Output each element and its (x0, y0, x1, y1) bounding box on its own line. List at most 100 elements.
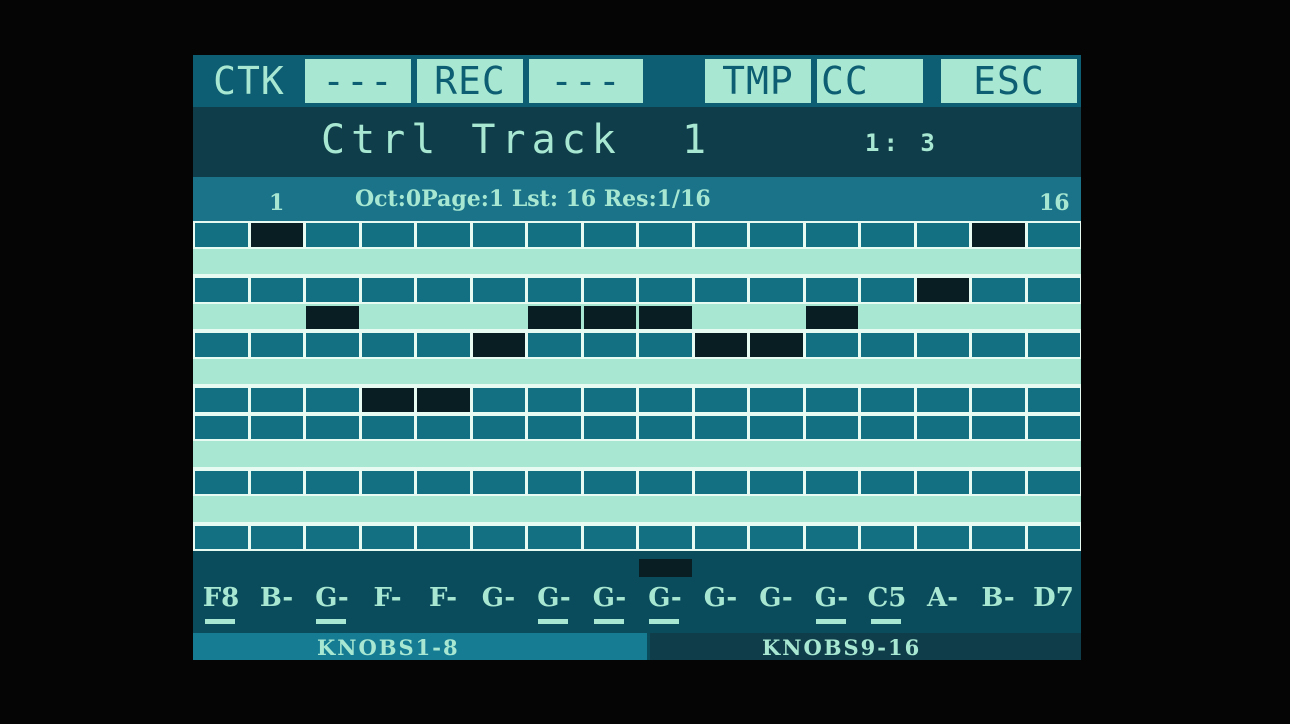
step-cell[interactable] (472, 415, 525, 439)
step-cell[interactable] (917, 443, 970, 467)
step-cell[interactable] (473, 443, 526, 467)
step-cell[interactable] (1027, 223, 1080, 247)
step-cell[interactable] (639, 251, 692, 275)
step-cell[interactable] (195, 306, 248, 330)
step-cell[interactable] (1028, 361, 1081, 385)
step-cell[interactable] (805, 415, 858, 439)
step-cell[interactable] (361, 415, 414, 439)
step-cell[interactable] (251, 251, 304, 275)
step-cell[interactable] (972, 470, 1025, 494)
step-cell[interactable] (251, 443, 304, 467)
step-cell[interactable] (695, 498, 748, 522)
step-cell[interactable] (695, 361, 748, 385)
step-cell[interactable] (917, 306, 970, 330)
tab-knobs-1-8[interactable]: KNOBS1-8 (193, 633, 647, 660)
step-cell[interactable] (639, 361, 692, 385)
step-cell[interactable] (750, 388, 803, 412)
step-cell[interactable] (916, 333, 969, 357)
step-cell-active[interactable] (528, 305, 581, 329)
step-cell[interactable] (639, 223, 692, 247)
step-cell[interactable] (195, 498, 248, 522)
step-cell[interactable] (473, 361, 526, 385)
step-cell[interactable] (306, 470, 359, 494)
step-cell[interactable] (306, 278, 359, 302)
step-cell[interactable] (195, 470, 248, 494)
step-cell[interactable] (917, 251, 970, 275)
step-cell[interactable] (917, 498, 970, 522)
step-cell[interactable] (750, 306, 803, 330)
step-cell[interactable] (417, 443, 470, 467)
step-cell[interactable] (584, 498, 637, 522)
step-cell[interactable] (806, 251, 859, 275)
step-cell[interactable] (972, 525, 1025, 549)
step-cell[interactable] (306, 361, 359, 385)
step-cell[interactable] (417, 306, 470, 330)
step-cell[interactable] (528, 251, 581, 275)
step-cell[interactable] (1027, 333, 1080, 357)
step-cell[interactable] (805, 223, 858, 247)
step-cell[interactable] (805, 525, 858, 549)
step-cell[interactable] (195, 223, 248, 247)
step-cell[interactable] (1027, 525, 1080, 549)
step-cell[interactable] (195, 388, 248, 412)
step-cell[interactable] (306, 525, 359, 549)
step-cell[interactable] (639, 470, 692, 494)
step-cell[interactable] (1028, 251, 1081, 275)
step-cell[interactable] (972, 498, 1025, 522)
step-cell[interactable] (750, 498, 803, 522)
step-cell[interactable] (195, 415, 248, 439)
step-cell[interactable] (861, 361, 914, 385)
step-cell[interactable] (861, 333, 914, 357)
step-cell[interactable] (528, 388, 581, 412)
step-cell[interactable] (750, 278, 803, 302)
step-cell[interactable] (251, 498, 304, 522)
step-cell[interactable] (639, 278, 692, 302)
step-cell[interactable] (362, 251, 415, 275)
step-cell[interactable] (251, 306, 304, 330)
step-cell[interactable] (1027, 415, 1080, 439)
step-cell[interactable] (1028, 306, 1081, 330)
step-cell-active[interactable] (694, 333, 747, 357)
tab-knobs-9-16[interactable]: KNOBS9-16 (650, 633, 1081, 660)
step-cell[interactable] (306, 443, 359, 467)
step-cell[interactable] (694, 223, 747, 247)
step-cell[interactable] (972, 333, 1025, 357)
step-cell[interactable] (583, 388, 636, 412)
step-cell[interactable] (528, 498, 581, 522)
step-cell[interactable] (750, 415, 803, 439)
step-cell-active[interactable] (417, 388, 470, 412)
step-cell[interactable] (694, 525, 747, 549)
step-cell[interactable] (250, 415, 303, 439)
step-cell[interactable] (473, 306, 526, 330)
step-cell-active[interactable] (972, 223, 1025, 247)
step-cell[interactable] (584, 251, 637, 275)
step-cell[interactable] (528, 333, 581, 357)
step-cell[interactable] (306, 498, 359, 522)
step-cell[interactable] (861, 525, 914, 549)
step-cell[interactable] (528, 415, 581, 439)
step-cell[interactable] (972, 278, 1025, 302)
function-button-3[interactable]: --- (529, 59, 643, 103)
step-cell[interactable] (417, 525, 470, 549)
step-cell[interactable] (639, 333, 692, 357)
step-cell[interactable] (583, 278, 636, 302)
step-cell[interactable] (916, 525, 969, 549)
step-cell[interactable] (361, 470, 414, 494)
step-cell[interactable] (417, 470, 470, 494)
step-cell[interactable] (861, 223, 914, 247)
step-cell-active[interactable] (805, 305, 858, 329)
step-cell[interactable] (694, 470, 747, 494)
step-cell[interactable] (362, 443, 415, 467)
step-cell[interactable] (750, 251, 803, 275)
step-cell[interactable] (694, 415, 747, 439)
step-cell[interactable] (362, 498, 415, 522)
step-cell[interactable] (250, 470, 303, 494)
step-cell[interactable] (750, 525, 803, 549)
step-cell[interactable] (473, 251, 526, 275)
step-cell[interactable] (861, 388, 914, 412)
step-cell[interactable] (528, 470, 581, 494)
step-cell[interactable] (306, 415, 359, 439)
step-cell[interactable] (972, 251, 1025, 275)
step-cell[interactable] (583, 223, 636, 247)
tmp-button[interactable]: TMP (705, 59, 811, 103)
